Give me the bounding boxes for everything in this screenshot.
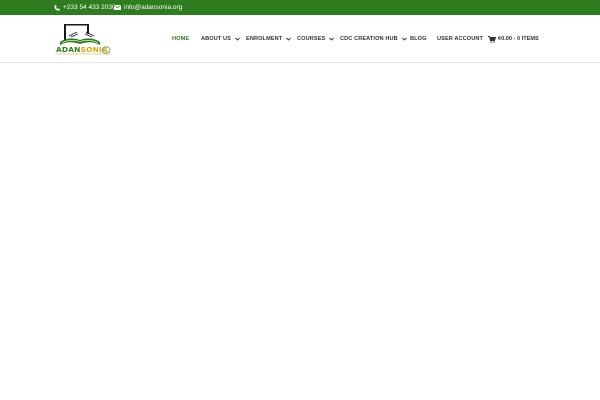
nav-courses[interactable]: COURSES [297,34,335,44]
nav-user-account-label: USER ACCOUNT [437,36,484,42]
email-address: info@adansonia.org [124,4,183,11]
nav-cdc-creation-hub[interactable]: CDC CREATION HUB [340,34,407,44]
chevron-down-icon [401,37,407,41]
site-header: ADANSONIA HOME ABOUT US ENROLMENT COURSE… [0,15,600,63]
cart-summary[interactable]: ¢0.00 - 0 ITEMS [488,34,539,44]
page-content-area [0,64,600,400]
contact-email[interactable]: info@adansonia.org [114,0,182,15]
nav-blog[interactable]: BLOG [410,34,427,44]
nav-courses-label: COURSES [297,36,326,42]
phone-icon [54,4,60,11]
nav-enrolment[interactable]: ENROLMENT [246,34,292,44]
nav-about-us[interactable]: ABOUT US [201,34,240,44]
contact-phone[interactable]: +233 54 433 2030 [54,0,116,15]
chevron-down-icon [329,37,335,41]
nav-cdc-creation-hub-label: CDC CREATION HUB [340,36,398,42]
shopping-cart-icon [488,35,496,43]
envelope-icon [114,5,121,10]
main-navigation: HOME ABOUT US ENROLMENT COURSES CDC CREA… [0,15,600,63]
nav-blog-label: BLOG [410,36,427,42]
nav-about-us-label: ABOUT US [201,36,232,42]
cart-total-label: ¢0.00 - 0 ITEMS [498,36,539,42]
nav-home-label: HOME [172,36,190,42]
phone-number: +233 54 433 2030 [63,4,116,11]
nav-user-account[interactable]: USER ACCOUNT [437,34,483,44]
nav-home[interactable]: HOME [172,34,189,44]
chevron-down-icon [286,37,292,41]
top-contact-bar: +233 54 433 2030 info@adansonia.org [0,0,600,15]
chevron-down-icon [235,37,240,41]
nav-enrolment-label: ENROLMENT [246,36,283,42]
